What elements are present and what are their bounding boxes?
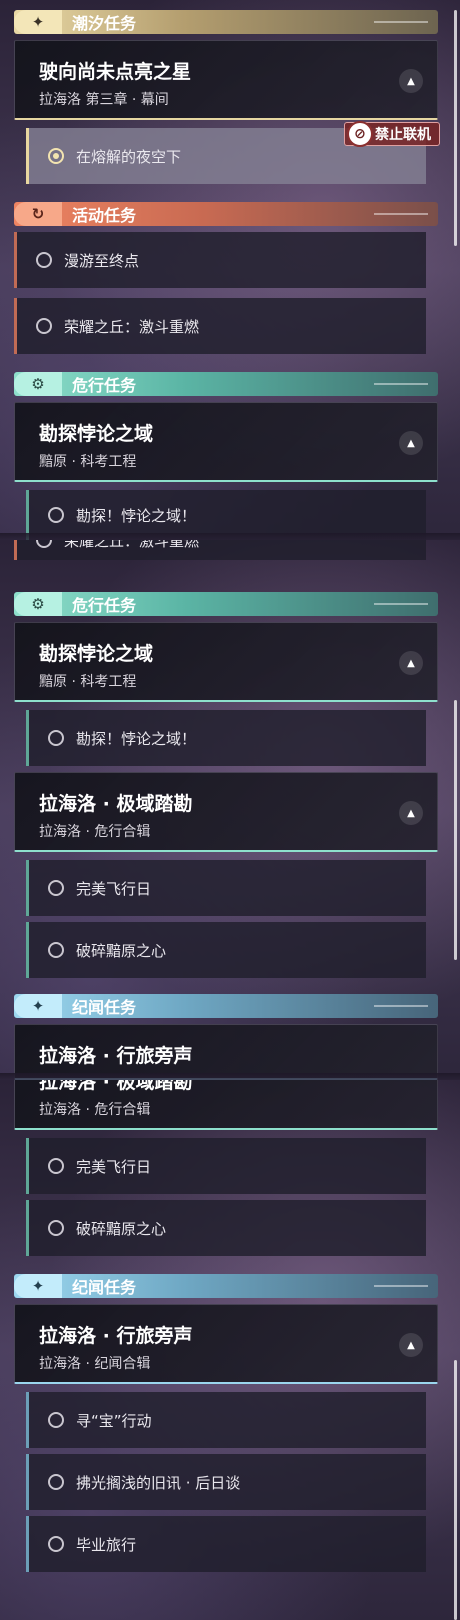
refresh-icon: ↻ — [14, 202, 62, 226]
radio-icon — [36, 252, 52, 268]
subquest-label: 毕业旅行 — [76, 1535, 137, 1554]
subquest-label: 寻“宝”行动 — [76, 1411, 152, 1430]
subquest-item[interactable]: 破碎黯原之心 — [26, 922, 426, 978]
radio-icon — [48, 507, 64, 523]
quest-subtitle: 黯原 · 科考工程 — [39, 674, 137, 690]
radio-icon — [36, 540, 52, 548]
subquest-label: 在熔解的夜空下 — [76, 147, 182, 166]
section-header-lore: ✦ 纪闻任务 — [14, 994, 438, 1018]
quest-title: 勘探悖论之域 — [39, 643, 154, 665]
scrollbar[interactable] — [454, 1360, 457, 1620]
quest-title: 拉海洛 · 行旅旁声 — [39, 1325, 193, 1347]
quest-subtitle: 拉海洛 · 危行合辑 — [39, 1102, 151, 1118]
scrollbar[interactable] — [454, 10, 457, 246]
subquest-label: 破碎黯原之心 — [76, 1219, 167, 1238]
chevron-up-icon[interactable]: ▲ — [399, 651, 423, 675]
subquest-label: 拂光搁浅的旧讯 · 后日谈 — [76, 1473, 241, 1492]
header-decoration — [374, 1285, 428, 1287]
section-header-danger: ⚙ 危行任务 — [14, 372, 438, 396]
section-header-activity: ↻ 活动任务 — [14, 202, 438, 226]
subquest-label: 完美飞行日 — [76, 879, 152, 898]
quest-title: 拉海洛 · 极域踏勘 — [39, 1080, 193, 1093]
radio-icon — [48, 1220, 64, 1236]
screenshot-panel-2: 荣耀之丘：激斗重燃 ⚙ 危行任务 勘探悖论之域 黯原 · 科考工程 ▲ 勘探！悖… — [0, 540, 460, 1080]
chevron-up-icon[interactable]: ▲ — [399, 69, 423, 93]
chevron-up-icon[interactable]: ▲ — [399, 801, 423, 825]
gear-icon: ⚙ — [14, 592, 62, 616]
subquest-item[interactable]: 完美飞行日 — [26, 860, 426, 916]
section-header-tide: ✦ 潮汐任务 — [14, 10, 438, 34]
quest-subtitle: 拉海洛 · 危行合辑 — [39, 824, 151, 840]
quest-subtitle: 黯原 · 科考工程 — [39, 454, 137, 470]
quest-title: 拉海洛 · 行旅旁声 — [39, 1045, 193, 1067]
header-decoration — [374, 21, 428, 23]
radio-icon — [48, 1412, 64, 1428]
section-title: 纪闻任务 — [72, 998, 137, 1017]
header-decoration — [374, 213, 428, 215]
subquest-label: 荣耀之丘：激斗重燃 — [64, 540, 200, 550]
radio-icon — [48, 942, 64, 958]
subquest-item[interactable]: 完美飞行日 — [26, 1138, 426, 1194]
subquest-item[interactable]: 漫游至终点 — [14, 232, 426, 288]
subquest-label: 勘探！悖论之域！ — [76, 506, 197, 525]
quest-card-lore-partial[interactable]: 拉海洛 · 行旅旁声 — [14, 1024, 438, 1080]
chevron-up-icon[interactable]: ▲ — [399, 431, 423, 455]
quest-card-lore[interactable]: 拉海洛 · 行旅旁声 拉海洛 · 纪闻合辑 ▲ — [14, 1304, 438, 1384]
quest-title: 驶向尚未点亮之星 — [39, 61, 192, 83]
radio-selected-icon — [48, 148, 64, 164]
no-coop-badge: ⊘ 禁止联机 — [344, 121, 440, 147]
chevron-up-icon[interactable]: ▲ — [399, 1333, 423, 1357]
radio-icon — [48, 730, 64, 746]
quest-card-danger[interactable]: 勘探悖论之域 黯原 · 科考工程 ▲ — [14, 622, 438, 702]
radio-icon — [36, 318, 52, 334]
quest-title: 勘探悖论之域 — [39, 423, 154, 445]
section-title: 危行任务 — [72, 596, 137, 615]
sparkle-icon: ✦ — [14, 994, 62, 1018]
section-header-danger: ⚙ 危行任务 — [14, 592, 438, 616]
subquest-item[interactable]: 勘探！悖论之域！ — [26, 710, 426, 766]
header-decoration — [374, 383, 428, 385]
screenshot-panel-1: ✦ 潮汐任务 驶向尚未点亮之星 拉海洛 第三章 · 幕间 ▲ 在熔解的夜空下 ⊘… — [0, 0, 460, 540]
section-header-lore: ✦ 纪闻任务 — [14, 1274, 438, 1298]
screenshot-panel-3: 拉海洛 · 极域踏勘 拉海洛 · 危行合辑 完美飞行日 破碎黯原之心 ✦ 纪闻任… — [0, 1080, 460, 1620]
subquest-label: 破碎黯原之心 — [76, 941, 167, 960]
section-title: 潮汐任务 — [72, 14, 137, 33]
section-title: 危行任务 — [72, 376, 137, 395]
section-title: 活动任务 — [72, 206, 137, 225]
subquest-item[interactable]: 拂光搁浅的旧讯 · 后日谈 — [26, 1454, 426, 1510]
header-decoration — [374, 1005, 428, 1007]
subquest-label: 勘探！悖论之域！ — [76, 729, 197, 748]
quest-subtitle: 拉海洛 第三章 · 幕间 — [39, 92, 169, 108]
badge-label: 禁止联机 — [375, 127, 431, 143]
radio-icon — [48, 880, 64, 896]
subquest-item[interactable]: 破碎黯原之心 — [26, 1200, 426, 1256]
subquest-item[interactable]: 寻“宝”行动 — [26, 1392, 426, 1448]
subquest-label: 漫游至终点 — [64, 251, 140, 270]
quest-title: 拉海洛 · 极域踏勘 — [39, 793, 193, 815]
subquest-item[interactable]: 荣耀之丘：激斗重燃 — [14, 298, 426, 354]
quest-card-tide[interactable]: 驶向尚未点亮之星 拉海洛 第三章 · 幕间 ▲ — [14, 40, 438, 120]
quest-card-danger[interactable]: 勘探悖论之域 黯原 · 科考工程 ▲ — [14, 402, 438, 482]
subquest-item[interactable]: 毕业旅行 — [26, 1516, 426, 1572]
no-coop-icon: ⊘ — [347, 121, 373, 147]
subquest-item-partial[interactable]: 荣耀之丘：激斗重燃 — [14, 540, 426, 560]
sparkle-icon: ✦ — [14, 10, 62, 34]
subquest-label: 完美飞行日 — [76, 1157, 152, 1176]
gear-icon: ⚙ — [14, 372, 62, 396]
radio-icon — [48, 1474, 64, 1490]
section-title: 纪闻任务 — [72, 1278, 137, 1297]
header-decoration — [374, 603, 428, 605]
quest-subtitle: 拉海洛 · 纪闻合辑 — [39, 1356, 151, 1372]
sparkle-icon: ✦ — [14, 1274, 62, 1298]
radio-icon — [48, 1536, 64, 1552]
quest-card-danger-2[interactable]: 拉海洛 · 极域踏勘 拉海洛 · 危行合辑 ▲ — [14, 772, 438, 852]
radio-icon — [48, 1158, 64, 1174]
quest-card-danger-partial[interactable]: 拉海洛 · 极域踏勘 拉海洛 · 危行合辑 — [14, 1080, 438, 1130]
scrollbar[interactable] — [454, 700, 457, 960]
subquest-label: 荣耀之丘：激斗重燃 — [64, 317, 200, 336]
